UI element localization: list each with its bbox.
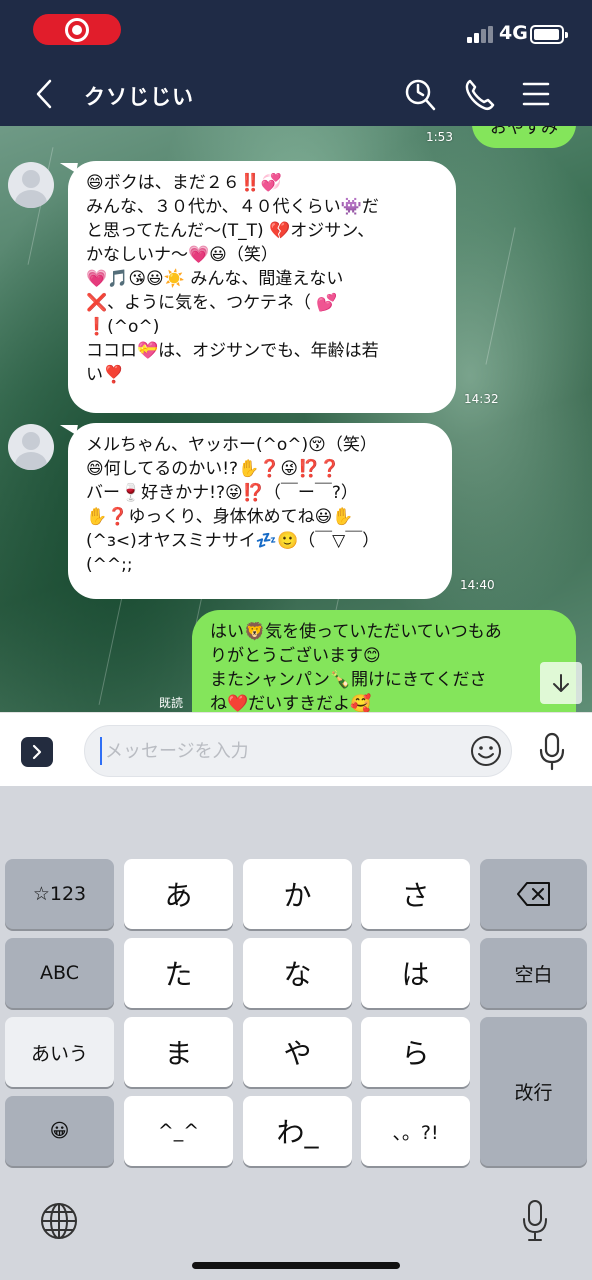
message-line: はい🦁気を使っていただいていつもあ	[210, 622, 502, 642]
top-bar: 4G クソじじい	[0, 0, 592, 126]
home-indicator[interactable]	[192, 1262, 400, 1269]
message-line: みんな、３０代か、４０代くらい👾だ	[86, 197, 379, 217]
message-bubble-sent[interactable]: はい🦁気を使っていただいていつもあ りがとうございます😊 またシャンパン🍾開けに…	[192, 610, 576, 712]
message-line: かなしいナ〜💗😃（笑）	[86, 245, 278, 265]
chevron-right-icon	[32, 744, 42, 760]
key-emoji[interactable]: 😀	[5, 1096, 114, 1166]
read-receipt: 既読	[159, 696, 184, 710]
key-space[interactable]: 空白	[480, 938, 587, 1008]
key-number-mode[interactable]: ☆123	[5, 859, 114, 929]
backspace-icon	[516, 882, 550, 906]
key-ra[interactable]: ら	[361, 1017, 470, 1087]
avatar[interactable]	[8, 162, 54, 208]
key-return[interactable]: 改行	[480, 1017, 587, 1166]
phone-icon	[465, 79, 495, 111]
message-line: い❣️	[86, 365, 125, 385]
key-punctuation[interactable]: 、。?!	[361, 1096, 470, 1166]
key-a[interactable]: あ	[124, 859, 233, 929]
voice-input-button[interactable]	[536, 731, 568, 771]
key-sa[interactable]: さ	[361, 859, 470, 929]
search-button[interactable]	[403, 76, 437, 112]
message-line: またシャンパン🍾開けにきてくださ	[210, 670, 487, 690]
arrow-down-icon	[553, 674, 569, 692]
message-line: ね❤️だいすきだよ🥰	[210, 694, 372, 712]
key-ha[interactable]: は	[361, 938, 470, 1008]
key-ta[interactable]: た	[124, 938, 233, 1008]
back-button[interactable]	[28, 76, 64, 112]
smiley-icon	[471, 736, 501, 766]
message-line: バー🍷好きかナ!?😜⁉️（￣ー￣?）	[86, 483, 358, 503]
message-line: ✋❓ゆっくり、身体休めてね😃✋	[86, 507, 354, 527]
chat-title: クソじじい	[84, 85, 194, 109]
battery-icon	[530, 25, 568, 44]
chevron-left-icon	[36, 79, 52, 109]
message-line: (^^;;	[86, 555, 133, 575]
message-line: 💗🎵😘😃☀️ みんな、間違えない	[86, 269, 344, 289]
message-line: ココロ💝は、オジサンでも、年齢は若	[86, 341, 379, 361]
message-field[interactable]	[84, 725, 512, 777]
message-text: おやすみ	[490, 126, 558, 138]
key-kana-mode[interactable]: あいう	[5, 1017, 114, 1087]
key-wa[interactable]: わ_	[243, 1096, 352, 1166]
key-ya[interactable]: や	[243, 1017, 352, 1087]
message-line: りがとうございます😊	[210, 646, 381, 666]
call-button[interactable]	[462, 76, 496, 112]
signal-icon	[467, 26, 495, 43]
message-line: ❌、ように気を、つケテネ（ 💕	[86, 293, 338, 313]
chat-area[interactable]: おやすみ 1:53 😄ボクは、まだ２６‼️💞 みんな、３０代か、４０代くらい👾だ…	[0, 126, 592, 712]
menu-button[interactable]	[521, 79, 551, 109]
globe-icon	[41, 1203, 77, 1239]
globe-button[interactable]	[40, 1202, 78, 1240]
record-icon	[65, 18, 89, 42]
message-time: 1:53	[426, 130, 453, 144]
message-line: (^з<)オヤスミナサイ💤🙂（￣▽￣）	[86, 531, 380, 551]
avatar[interactable]	[8, 424, 54, 470]
emoji-button[interactable]	[470, 735, 502, 767]
key-backspace[interactable]	[480, 859, 587, 929]
message-time: 14:40	[460, 578, 495, 592]
network-label: 4G	[499, 22, 528, 44]
microphone-icon	[539, 732, 565, 771]
scroll-to-bottom-button[interactable]	[540, 662, 582, 704]
message-input-bar	[0, 712, 592, 786]
text-cursor	[100, 737, 102, 765]
message-line: 😄ボクは、まだ２６‼️💞	[86, 173, 283, 193]
message-line: と思ってたんだ〜(T_T) 💔オジサン、	[86, 221, 375, 241]
message-line: 😄何してるのかい!?✋❓😜⁉️❓	[86, 459, 341, 479]
key-na[interactable]: な	[243, 938, 352, 1008]
key-kaomoji[interactable]: ^_^	[124, 1096, 233, 1166]
hamburger-menu-icon	[522, 82, 550, 106]
message-bubble-sent[interactable]: おやすみ	[472, 126, 576, 148]
message-bubble-received[interactable]: メルちゃん、ヤッホー(^o^)😚（笑） 😄何してるのかい!?✋❓😜⁉️❓ バー🍷…	[68, 423, 452, 599]
key-abc-mode[interactable]: ABC	[5, 938, 114, 1008]
microphone-icon	[523, 1200, 547, 1241]
message-input[interactable]	[105, 726, 465, 776]
dictation-button[interactable]	[520, 1198, 550, 1244]
message-line: メルちゃん、ヤッホー(^o^)😚（笑）	[86, 435, 377, 455]
message-time: 14:32	[464, 392, 499, 406]
message-bubble-received[interactable]: 😄ボクは、まだ２６‼️💞 みんな、３０代か、４０代くらい👾だ と思ってたんだ〜(…	[68, 161, 456, 413]
message-line: ❗️(^o^)	[86, 317, 160, 337]
key-ma[interactable]: ま	[124, 1017, 233, 1087]
key-ka[interactable]: か	[243, 859, 352, 929]
search-icon	[405, 79, 436, 111]
expand-menu-button[interactable]	[21, 737, 53, 767]
